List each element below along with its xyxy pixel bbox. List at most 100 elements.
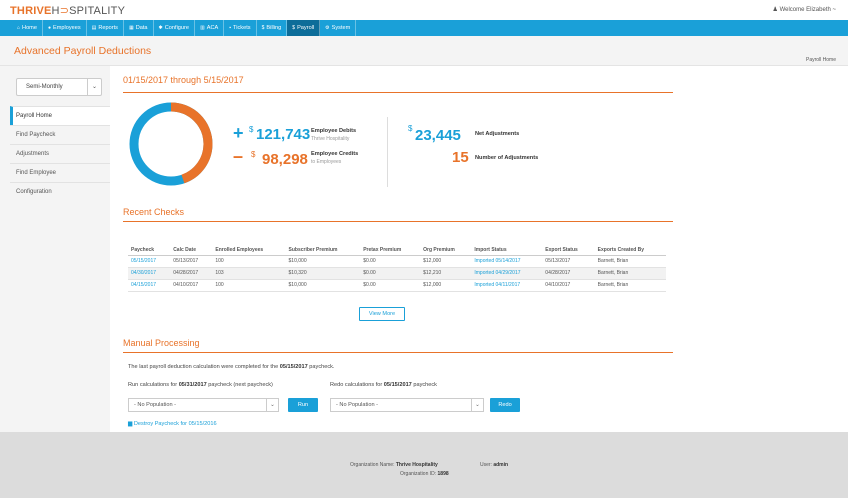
nav-item-label: Employees [52,25,81,31]
pay-period-value: Semi-Monthly [26,84,63,90]
redo-date: 05/15/2017 [383,382,412,388]
nav-item-data[interactable]: ▦ Data [124,20,154,36]
table-cell: 103 [212,267,286,280]
aca-icon: ▥ [200,25,205,31]
page-title: Advanced Payroll Deductions [14,45,152,57]
recent-checks-table: Paycheck Calc Date Enrolled Employees Subsc… [128,234,666,292]
sidebar-item-configuration[interactable]: Configuration [10,182,110,201]
view-more-button[interactable]: View More [359,307,405,321]
sidebar-item-find-paycheck[interactable]: Find Paycheck [10,125,110,144]
date-range-title: 01/15/2017 through 5/15/2017 [123,75,244,85]
table-cell: $10,320 [285,267,361,280]
debit-label: Employee Debits [311,128,357,134]
run-date: 05/31/2017 [178,382,207,388]
column-header: Import Status [471,234,543,256]
table-row[interactable]: 04/30/2017 04/28/2017 103 $10,320 $0.00 $12,2… [128,267,666,280]
run-population-select[interactable]: - No Population - ⌄ [128,398,279,412]
table-cell-link[interactable]: 05/15/2017 [128,255,171,268]
redo-button[interactable]: Redo [490,398,520,412]
run-label-end: paycheck (next paycheck) [206,382,273,388]
sidebar-item-find-employee[interactable]: Find Employee [10,163,110,182]
sidebar-menu: Payroll Home Find Paycheck Adjustments Find… [10,106,110,201]
home-icon: ⌂ [17,25,21,31]
destroy-paycheck-label: Destroy Paycheck for 05/15/2016 [133,421,217,427]
column-header: Paycheck [128,234,171,256]
column-header: Org Premium [420,234,472,256]
nav-item-employees[interactable]: ● Employees [43,20,87,36]
table-header-row: Paycheck Calc Date Enrolled Employees Subsc… [128,234,666,256]
user-menu[interactable]: ♟ Welcome Elizabeth ~ [773,6,836,13]
run-population-value: - No Population - [134,402,176,408]
logo-o-icon: ⊃ [59,5,70,17]
table-cell: 04/10/2017 [542,279,595,292]
table-cell: $0.00 [360,279,421,292]
dollar-icon: $ [292,25,296,31]
nav-item-label: Billing [266,25,282,31]
nav-item-label: ACA [206,25,219,31]
table-cell: 05/13/2017 [542,255,595,268]
table-row[interactable]: 04/15/2017 04/10/2017 100 $10,000 $0.00 $12,0… [128,279,666,292]
net-label: Net Adjustments [475,131,520,137]
nav-item-aca[interactable]: ▥ ACA [195,20,225,36]
app-logo[interactable]: THRIVEH⊃SPITALITY [10,4,125,17]
table-cell-link[interactable]: 04/30/2017 [128,267,171,280]
redo-population-select[interactable]: - No Population - ⌄ [330,398,484,412]
table-cell: 04/10/2017 [170,279,213,292]
breadcrumb[interactable]: Payroll Home [806,57,836,63]
credit-sign: – [233,146,244,166]
redo-population-value: - No Population - [336,402,378,408]
run-calc-label: Run calculations for 05/31/2017 paycheck… [128,382,273,388]
org-id-label: Organization ID: [400,471,437,477]
nav-item-home[interactable]: ⌂ Home [12,20,43,36]
top-bar: THRIVEH⊃SPITALITY ♟ Welcome Elizabeth ~ [0,0,848,20]
nav-item-configure[interactable]: ✱ Configure [154,20,196,36]
table-cell: 04/28/2017 [170,267,213,280]
adjustment-count: 15 [452,149,469,166]
logo-text-thrive: THRIVE [10,5,52,17]
adjustment-count-label: Number of Adjustments [475,155,539,161]
pay-period-select[interactable]: Semi-Monthly ⌄ [16,78,102,96]
section-divider [123,352,673,353]
logo-text-h: H [51,5,60,17]
nav-item-label: Payroll [297,25,315,31]
recent-checks-title: Recent Checks [123,207,185,217]
section-divider [123,92,673,93]
run-button[interactable]: Run [288,398,318,412]
welcome-text: Welcome Elizabeth ~ [779,7,836,13]
table-row[interactable]: 05/15/2017 05/13/2017 100 $10,000 $0.00 $12,0… [128,255,666,268]
dollar-icon: $ [261,25,265,31]
nav-item-tickets[interactable]: ▪ Tickets [224,20,257,36]
debit-credit-donut [129,102,213,186]
trash-icon: ▆ [128,421,133,427]
column-header: Exports Created By [594,234,666,256]
summary-divider [387,117,388,187]
sidebar-item-payroll-home[interactable]: Payroll Home [10,106,110,125]
column-header: Enrolled Employees [212,234,286,256]
nav-item-payroll[interactable]: $ Payroll [287,20,321,36]
column-header: Subscriber Premium [285,234,361,256]
table-cell: $10,000 [285,279,361,292]
section-divider [123,221,673,222]
table-cell: $12,210 [420,267,472,280]
user-label: User: [480,462,492,468]
nav-item-reports[interactable]: ▤ Reports [87,20,124,36]
nav-item-billing[interactable]: $ Billing [257,20,288,36]
table-cell-link[interactable]: Imported 04/29/2017 [471,267,543,280]
table-cell: $12,000 [420,255,472,268]
note-text-end: paycheck. [307,364,335,370]
destroy-paycheck-link[interactable]: ▆ Destroy Paycheck for 05/15/2016 [128,421,217,427]
table-cell: $0.00 [360,267,421,280]
table-cell-link[interactable]: 04/15/2017 [128,279,171,292]
chevron-down-icon: ⌄ [471,399,483,411]
nav-item-system[interactable]: ⚙ System [320,20,357,36]
table-cell-link[interactable]: Imported 04/11/2017 [471,279,543,292]
org-id-value: 1898 [437,471,449,477]
chevron-down-icon: ⌄ [266,399,278,411]
table-cell: $12,000 [420,279,472,292]
credit-currency: $ [251,150,256,159]
sidebar-item-adjustments[interactable]: Adjustments [10,144,110,163]
table-cell-link[interactable]: Imported 05/14/2017 [471,255,543,268]
credit-sublabel: to Employees [311,159,342,165]
nav-item-label: Home [22,25,37,31]
debit-sign: + [233,123,244,143]
